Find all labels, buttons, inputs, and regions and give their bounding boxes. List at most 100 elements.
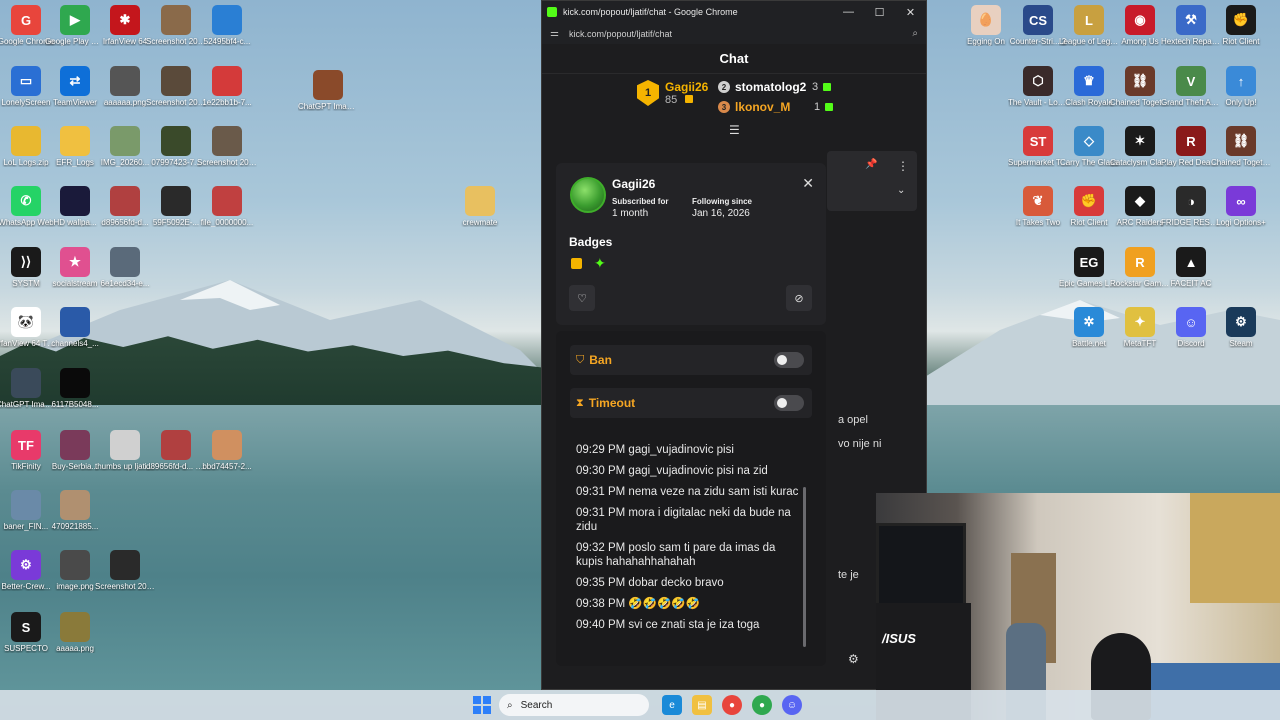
chrome-profile-icon[interactable]: ● (752, 695, 772, 715)
taskbar-search[interactable]: ⌕ Search (499, 694, 649, 716)
gear-icon[interactable]: ⚙ (848, 652, 859, 666)
desktop-icon[interactable]: ◑FRIDGE RESET STREMIO (1) (1161, 186, 1221, 227)
desktop-icon[interactable]: bbd74457-2... (201, 430, 253, 471)
desktop-icon-label: 6e1ecd34-e... (100, 279, 150, 288)
address-bar[interactable]: ⚌ kick.com/popout/ljatif/chat ⌕ (542, 23, 926, 44)
desktop-icon[interactable]: image.png (49, 550, 101, 591)
list-item: 09:30 PM gagi_vujadinovic pisi na zid (576, 465, 768, 477)
desktop-icon[interactable]: 6e1ecd34-e... (99, 247, 151, 288)
close-window-icon[interactable]: ✕ (895, 1, 926, 23)
ban-row[interactable]: ⛉ Ban (570, 345, 812, 375)
app-icon: ✶ (1125, 126, 1155, 156)
desktop-icon[interactable]: ✊ Riot Client (1215, 5, 1267, 46)
desktop-icon[interactable]: STSupermarket Together (1008, 126, 1068, 167)
desktop-icon[interactable]: Screenshot 2026-01-... (197, 126, 257, 167)
heart-icon[interactable]: ♡ (569, 285, 595, 311)
edge-icon[interactable]: e (662, 695, 682, 715)
desktop-icon[interactable]: Buy-Serbia... (49, 430, 101, 471)
desktop-icon[interactable]: ChatGPT Image Jan... (298, 70, 358, 111)
desktop-icon[interactable]: EGEpic Games Launcher (1059, 247, 1119, 288)
desktop-icon[interactable]: ⛓ Chained Together (1211, 126, 1271, 167)
desktop-icon[interactable]: Screenshot 2026-01-... (146, 66, 206, 107)
desktop-icon[interactable]: ♛ Clash Royale (1063, 66, 1115, 107)
desktop-icon[interactable]: ★ socialstream (49, 247, 101, 288)
mute-icon[interactable]: ⊘ (786, 285, 812, 311)
zoom-icon[interactable]: ⌕ (912, 28, 918, 39)
desktop-icon[interactable]: aaaaaa.png (99, 66, 151, 107)
window-titlebar[interactable]: kick.com/popout/ljatif/chat - Google Chr… (542, 1, 926, 23)
desktop-icon[interactable]: 07997423-7... (150, 126, 202, 167)
card-username[interactable]: Gagii26 (612, 177, 655, 191)
desktop-icon[interactable]: EFR_Logs (49, 126, 101, 167)
close-icon[interactable]: ✕ (802, 175, 814, 192)
ban-toggle[interactable] (774, 352, 804, 368)
desktop-icon[interactable]: RPlay Red Dead Rede... (1161, 126, 1221, 167)
chrome-icon[interactable]: ● (722, 695, 742, 715)
desktop-icon[interactable]: ↑ Only Up! (1215, 66, 1267, 107)
desktop-icon[interactable]: ◇ Carry The Glass (1060, 126, 1118, 167)
desktop-icon[interactable]: 1e22bb1b-7... (201, 66, 253, 107)
discord-icon[interactable]: ☺ (782, 695, 802, 715)
leaderboard-second-name: stomatolog2 (735, 80, 807, 94)
desktop-icon[interactable]: ⇄ TeamViewer (49, 66, 101, 107)
desktop-icon[interactable]: ◆ ARC Raiders (1114, 186, 1166, 227)
desktop-icon[interactable]: ⬡The Vault - Logic Puzz... (1008, 66, 1068, 107)
desktop-icon[interactable]: ☺ Discord (1165, 307, 1217, 348)
list-item: 09:32 PM poslo sam ti pare da imas da ku… (576, 542, 776, 568)
leaderboard-first[interactable]: 1 Gagii26 85 (637, 80, 708, 106)
expand-leaderboard-icon[interactable]: ☰ (729, 123, 740, 137)
desktop-icon[interactable]: CS Counter-Stri... 2 (1010, 5, 1066, 46)
desktop-icon[interactable]: d89656fd-d... (1).webp (146, 430, 206, 471)
file-explorer-icon[interactable]: ▤ (692, 695, 712, 715)
desktop-icon[interactable]: d89656fd-d... (99, 186, 151, 227)
desktop-icon[interactable]: ✲ Battle.net (1063, 307, 1115, 348)
desktop-icon[interactable]: 470921885... (49, 490, 101, 531)
desktop-icon[interactable]: crewmate (454, 186, 506, 227)
desktop-icon[interactable]: ◉ Among Us (1114, 5, 1166, 46)
desktop-icon[interactable]: ✶ Cataclysm Classic (1110, 126, 1170, 167)
leaderboard-third[interactable]: 3 lkonov_M (718, 100, 790, 114)
minimize-icon[interactable]: — (833, 1, 864, 23)
app-icon: ◇ (1074, 126, 1104, 156)
desktop-icon[interactable]: RRockstar Games ... (1110, 247, 1170, 288)
desktop-icon[interactable]: 6117B5048... (49, 368, 101, 409)
desktop-icon[interactable]: Screenshot 2026-01-... (146, 5, 206, 46)
windows-start-icon[interactable] (473, 696, 491, 714)
more-options-icon[interactable]: ⋮ (897, 159, 909, 173)
desktop-icon[interactable]: thumbs up ljatif.jpg (95, 430, 155, 471)
desktop-icon[interactable]: ⚒Hextech Repair Tool (1161, 5, 1221, 46)
maximize-icon[interactable]: ☐ (864, 1, 895, 23)
site-info-icon[interactable]: ⚌ (550, 28, 559, 39)
desktop-icon[interactable]: aaaaa.png (49, 612, 101, 653)
desktop-icon[interactable]: 52495bf4-c... (201, 5, 253, 46)
desktop-icon[interactable]: ▲ FACEIT AC (1165, 247, 1217, 288)
desktop-icon[interactable]: file_0000000... (201, 186, 253, 227)
desktop-icon[interactable]: ✦ MetaTFT (1114, 307, 1166, 348)
desktop-icon[interactable]: channels4_... (49, 307, 101, 348)
desktop-icon[interactable]: ⛓ Chained Together (1110, 66, 1170, 107)
app-icon (212, 5, 242, 35)
timeout-row[interactable]: ⧗ Timeout (570, 388, 812, 418)
desktop-icon[interactable]: 59F5092E-... (150, 186, 202, 227)
desktop-icon[interactable]: VGrand Theft Auto V (1161, 66, 1221, 107)
desktop-icon[interactable]: ▶Google Play Games (45, 5, 105, 46)
desktop-icon[interactable]: ❦ It Takes Two (1012, 186, 1064, 227)
chevron-down-icon[interactable]: ⌄ (897, 185, 905, 196)
desktop-icon[interactable]: ✱ IrfanView 64 (99, 5, 151, 46)
desktop-icon[interactable]: ∞ Logi Options+ (1215, 186, 1267, 227)
desktop-icon[interactable]: HD wallpa... (49, 186, 101, 227)
app-icon (110, 126, 140, 156)
url-text[interactable]: kick.com/popout/ljatif/chat (569, 29, 912, 39)
timeout-toggle[interactable] (774, 395, 804, 411)
desktop-icon[interactable]: Screenshot 2026-01-... (95, 550, 155, 591)
leaderboard-second[interactable]: 2 stomatolog2 (718, 80, 806, 94)
desktop-icon[interactable]: IMG_20260... (99, 126, 151, 167)
app-icon: 🐼 (11, 307, 41, 337)
desktop-icon[interactable]: ⚙ Steam (1215, 307, 1267, 348)
pin-icon[interactable]: 📌 (865, 159, 877, 170)
scrollbar[interactable] (803, 487, 806, 647)
desktop-icon[interactable]: ✊ Riot Client (1063, 186, 1115, 227)
desktop-icon[interactable]: LLeague of Legends (1059, 5, 1119, 46)
desktop-icon[interactable]: 🥚 Egging On (960, 5, 1012, 46)
pinned-message[interactable]: 📌 ⋮ ⌄ (827, 151, 917, 211)
